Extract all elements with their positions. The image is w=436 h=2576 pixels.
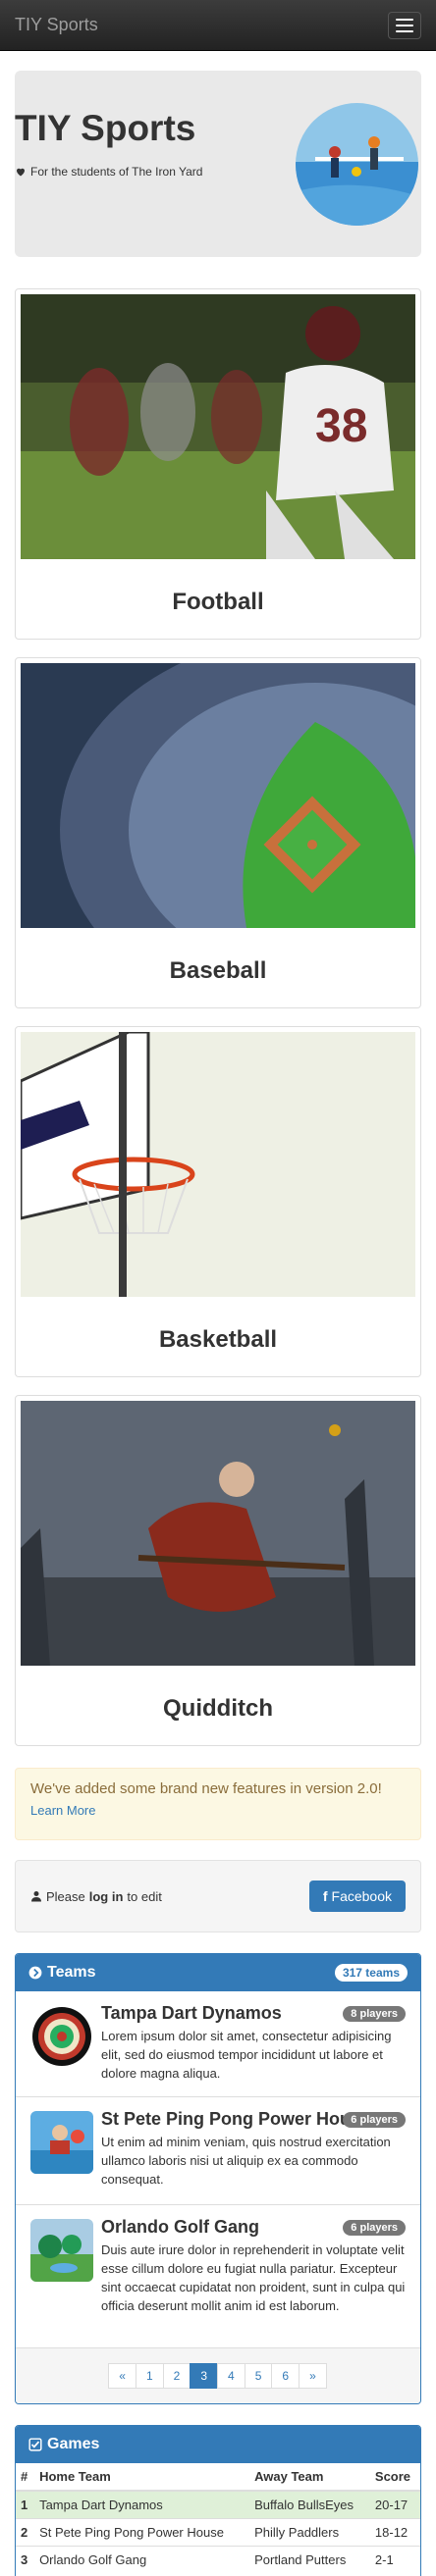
column-header: Score (369, 2463, 420, 2492)
page-link[interactable]: 6 (271, 2363, 300, 2389)
navbar: TIY Sports (0, 0, 436, 51)
page-link[interactable]: 2 (162, 2363, 191, 2389)
game-number: 2 (16, 2518, 35, 2547)
home-team: St Pete Ping Pong Power House (34, 2518, 250, 2547)
table-row[interactable]: 2 St Pete Ping Pong Power House Philly P… (16, 2518, 420, 2547)
sports-avatar-image (296, 103, 418, 226)
page-link[interactable]: 4 (217, 2363, 245, 2389)
sport-card-basketball[interactable]: Basketball (15, 1026, 421, 1377)
sport-name-football: Football (172, 589, 264, 615)
basketball-image (21, 1032, 415, 1297)
column-header: Away Team (249, 2463, 370, 2492)
game-number: 3 (16, 2546, 35, 2573)
jumbotron-subtitle-row: For the students of The Iron Yard (15, 165, 202, 179)
team-logo-golf (30, 2219, 93, 2282)
check-square-icon (28, 2438, 42, 2451)
page-next[interactable]: » (299, 2363, 327, 2389)
sport-card-baseball[interactable]: Baseball (15, 657, 421, 1008)
team-list-item[interactable]: 8 players Tampa Dart Dynamos Lorem ipsum… (16, 1991, 420, 2097)
teams-panel-title: Teams (47, 1964, 96, 1981)
games-panel-title: Games (47, 2436, 100, 2452)
chevron-circle-right-icon (28, 1966, 42, 1980)
jumbotron: TIY Sports For the students of The Iron … (15, 71, 421, 257)
jumbotron-title: TIY Sports (15, 108, 196, 148)
page-link[interactable]: 5 (244, 2363, 273, 2389)
svg-text:38: 38 (315, 400, 367, 452)
games-table: # Home Team Away Team Score 1 Tampa Dart… (16, 2463, 420, 2573)
team-players-badge: 6 players (343, 2112, 406, 2128)
score: 2-1 (369, 2546, 420, 2573)
login-suffix: to edit (127, 1888, 162, 1904)
jumbotron-subtitle: For the students of The Iron Yard (30, 165, 203, 179)
game-number: 1 (16, 2490, 35, 2519)
table-header-row: # Home Team Away Team Score (16, 2463, 420, 2492)
team-logo-dartboard (30, 2005, 93, 2068)
sport-name-basketball: Basketball (158, 1326, 278, 1353)
team-list-item[interactable]: 6 players Orlando Golf Gang Duis aute ir… (16, 2205, 420, 2348)
sport-name-quidditch: Quidditch (163, 1695, 273, 1722)
facebook-icon: f (322, 1888, 328, 1904)
away-team: Buffalo BullsEyes (249, 2490, 370, 2519)
games-panel-heading: Games (16, 2426, 420, 2463)
hamburger-icon-bar (396, 29, 413, 32)
teams-panel: Teams 317 teams 8 players Tampa Dart Dyn… (15, 1953, 421, 2404)
sport-card-football[interactable]: 38 Football (15, 288, 421, 640)
column-header: # (16, 2463, 35, 2492)
login-link[interactable]: log in (89, 1889, 124, 1904)
teams-panel-heading: Teams 317 teams (16, 1954, 420, 1991)
team-list-item[interactable]: 6 players St Pete Ping Pong Power House … (16, 2097, 420, 2205)
version-alert: We've added some brand new features in v… (15, 1768, 421, 1840)
column-header: Home Team (34, 2463, 250, 2492)
page-link-active[interactable]: 3 (190, 2363, 218, 2389)
team-description: Lorem ipsum dolor sit amet, consectetur … (101, 2029, 392, 2081)
quidditch-image (21, 1401, 415, 1666)
team-description: Ut enim ad minim veniam, quis nostrud ex… (101, 2135, 391, 2187)
baseball-image (21, 663, 415, 928)
table-row[interactable]: 3 Orlando Golf Gang Portland Putters 2-1 (16, 2546, 420, 2573)
alert-message: We've added some brand new features in v… (30, 1780, 382, 1797)
sport-card-quidditch[interactable]: Quidditch (15, 1395, 421, 1746)
menu-toggle-button[interactable] (388, 11, 421, 39)
team-players-badge: 8 players (343, 2006, 406, 2022)
hamburger-icon-bar (396, 18, 413, 21)
user-icon (31, 1891, 41, 1902)
sport-name-baseball: Baseball (169, 957, 267, 984)
team-description: Duis aute irure dolor in reprehenderit i… (101, 2242, 406, 2313)
games-panel: Games # Home Team Away Team Score 1 Tamp… (15, 2425, 421, 2576)
heart-icon (17, 168, 25, 177)
hamburger-icon-bar (396, 24, 413, 26)
team-logo-ping-pong (30, 2111, 93, 2174)
teams-count-badge: 317 teams (334, 1964, 408, 1982)
login-prompt: Please log in to edit (30, 1889, 162, 1904)
login-well: Please log in to edit f Facebook (15, 1860, 421, 1932)
score: 18-12 (369, 2518, 420, 2547)
facebook-button-label: Facebook (331, 1888, 392, 1904)
away-team: Portland Putters (249, 2546, 370, 2573)
table-row[interactable]: 1 Tampa Dart Dynamos Buffalo BullsEyes 2… (16, 2490, 420, 2519)
away-team: Philly Paddlers (249, 2518, 370, 2547)
home-team: Tampa Dart Dynamos (34, 2490, 250, 2519)
team-players-badge: 6 players (343, 2220, 406, 2236)
pagination-footer: « 1 2 3 4 5 6 » (16, 2348, 420, 2403)
page-prev[interactable]: « (108, 2363, 136, 2389)
navbar-brand[interactable]: TIY Sports (15, 15, 98, 35)
login-prefix: Please (46, 1888, 85, 1904)
pagination: « 1 2 3 4 5 6 » (108, 2363, 327, 2389)
page-link[interactable]: 1 (135, 2363, 164, 2389)
home-team: Orlando Golf Gang (34, 2546, 250, 2573)
score: 20-17 (369, 2490, 420, 2519)
learn-more-link[interactable]: Learn More (30, 1803, 406, 1818)
football-image: 38 (21, 294, 415, 559)
facebook-button[interactable]: f Facebook (308, 1880, 406, 1912)
